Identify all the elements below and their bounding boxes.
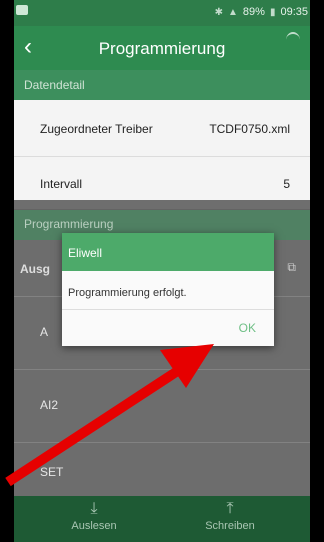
- device-frame: ✱ ▲ 89% ▮ 09:35 ‹ Programmierung Datende…: [0, 0, 324, 542]
- annotation-arrow-icon: [5, 344, 214, 487]
